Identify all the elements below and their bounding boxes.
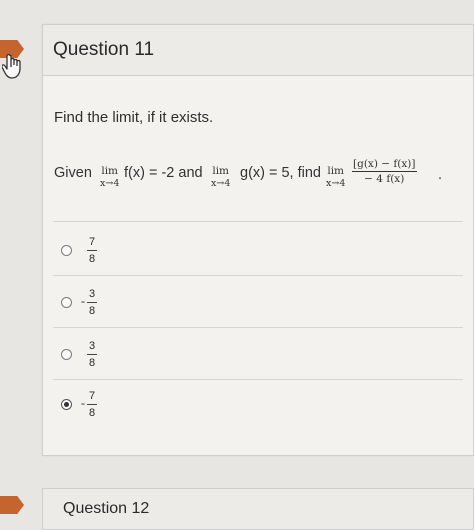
hand-cursor-icon	[2, 53, 21, 79]
option-sign: -	[81, 396, 85, 410]
answer-option-3[interactable]: 3 8	[61, 339, 261, 375]
question-card: Question 11 Find the limit, if it exists…	[42, 24, 474, 456]
radio-button-selected-icon[interactable]	[61, 399, 72, 410]
option-fraction: 7 8	[87, 389, 98, 420]
lim-approach: x→4	[211, 178, 231, 189]
lim-approach: x→4	[100, 178, 120, 189]
next-question-card: Question 12	[42, 488, 474, 530]
given-text: Given	[54, 165, 92, 181]
option-numerator: 3	[87, 287, 98, 303]
limit-expr: lim x→4	[326, 165, 345, 190]
f-clause: f(x) = -2 and	[124, 165, 203, 181]
question-header: Question 11	[43, 25, 473, 76]
question-title: Question 11	[53, 39, 155, 60]
answer-option-4[interactable]: - 7 8	[61, 389, 261, 425]
lim-label: lim	[327, 165, 345, 177]
option-numerator: 7	[87, 235, 98, 251]
option-denominator: 8	[89, 407, 96, 419]
answer-option-2[interactable]: - 3 8	[61, 287, 261, 323]
option-sign: -	[81, 294, 85, 308]
option-fraction: 3 8	[87, 339, 98, 370]
option-denominator: 8	[89, 305, 96, 317]
option-numerator: 3	[87, 339, 98, 355]
option-fraction: 7 8	[87, 235, 98, 266]
fraction-denominator: − 4 f(x)	[364, 173, 405, 185]
limit-fraction: [g(x) − f(x)] − 4 f(x)	[352, 158, 417, 185]
limit-g: lim x→4	[211, 165, 230, 190]
option-numerator: 7	[87, 389, 98, 405]
option-denominator: 8	[89, 357, 96, 369]
divider	[53, 275, 463, 276]
lim-label: lim	[212, 165, 230, 177]
lim-label: lim	[101, 165, 119, 177]
divider	[53, 327, 463, 328]
limit-f: lim x→4	[100, 165, 119, 190]
radio-button-icon[interactable]	[61, 349, 72, 360]
answer-option-1[interactable]: 7 8	[61, 235, 261, 271]
radio-button-icon[interactable]	[61, 245, 72, 256]
divider	[53, 379, 463, 380]
option-fraction: 3 8	[87, 287, 98, 318]
question-statement: Given lim x→4 f(x) = -2 and lim x→4 g(x)…	[54, 158, 454, 201]
question-instruction: Find the limit, if it exists.	[54, 109, 214, 126]
divider	[53, 221, 463, 222]
lim-approach: x→4	[326, 178, 346, 189]
next-question-title: Question 12	[63, 500, 150, 517]
flag-icon[interactable]	[0, 496, 24, 514]
radio-button-icon[interactable]	[61, 297, 72, 308]
option-denominator: 8	[89, 253, 96, 265]
g-clause: g(x) = 5, find	[240, 165, 321, 181]
statement-period: .	[438, 167, 443, 183]
fraction-numerator: [g(x) − f(x)]	[352, 158, 417, 172]
